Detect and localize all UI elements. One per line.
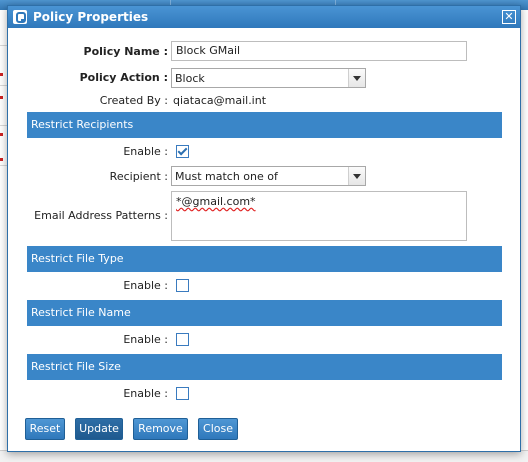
policy-properties-dialog: Policy Properties ✕ Policy Name : Block … — [7, 5, 521, 452]
update-button[interactable]: Update — [75, 418, 123, 440]
file-type-enable-label: Enable : — [123, 279, 168, 292]
background-red-marker — [0, 73, 3, 76]
recipient-label: Recipient : — [109, 170, 168, 183]
email-patterns-textarea[interactable]: *@gmail.com* — [171, 191, 467, 241]
restrict-file-name-header: Restrict File Name — [27, 300, 502, 326]
created-by-value: qiataca@mail.int — [173, 94, 267, 107]
recipient-select[interactable]: Must match one of — [171, 166, 366, 186]
policy-action-value: Block — [175, 72, 205, 85]
background-red-marker — [0, 133, 3, 136]
recipients-enable-checkbox[interactable] — [176, 145, 189, 158]
dialog-title: Policy Properties — [33, 10, 149, 24]
file-name-enable-label: Enable : — [123, 333, 168, 346]
background-red-marker — [0, 96, 3, 99]
recipient-value: Must match one of — [175, 170, 278, 183]
close-button[interactable]: Close — [198, 418, 238, 440]
restrict-file-size-header: Restrict File Size — [27, 354, 502, 380]
file-size-enable-checkbox[interactable] — [176, 387, 189, 400]
background-red-marker — [0, 158, 3, 161]
email-patterns-label: Email Address Patterns : — [34, 209, 168, 222]
restrict-recipients-header: Restrict Recipients — [27, 112, 502, 138]
reset-button[interactable]: Reset — [25, 418, 65, 440]
created-by-label: Created By : — [99, 94, 168, 107]
policy-action-select[interactable]: Block — [171, 68, 366, 88]
policy-name-label: Policy Name : — [83, 45, 168, 58]
app-logo-icon — [13, 10, 27, 24]
file-type-enable-checkbox[interactable] — [176, 279, 189, 292]
policy-action-label: Policy Action : — [79, 71, 168, 84]
chevron-down-icon[interactable] — [348, 69, 365, 87]
remove-button[interactable]: Remove — [133, 418, 188, 440]
dialog-titlebar[interactable]: Policy Properties ✕ — [8, 6, 520, 28]
close-icon[interactable]: ✕ — [502, 10, 516, 24]
file-size-enable-label: Enable : — [123, 387, 168, 400]
chevron-down-icon[interactable] — [348, 167, 365, 185]
policy-name-input[interactable]: Block GMail — [171, 41, 467, 61]
file-name-enable-checkbox[interactable] — [176, 333, 189, 346]
email-patterns-value: *@gmail.com* — [176, 195, 256, 208]
restrict-file-type-header: Restrict File Type — [27, 246, 502, 272]
recipients-enable-label: Enable : — [123, 145, 168, 158]
